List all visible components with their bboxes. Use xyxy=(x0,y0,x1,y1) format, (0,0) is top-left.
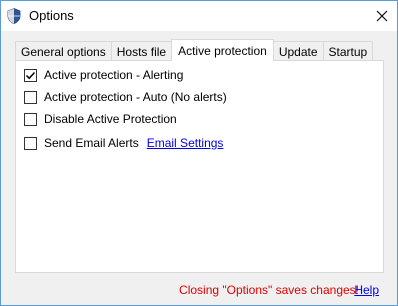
active-protection-panel: Active protection - Alerting Active prot… xyxy=(15,60,384,273)
alerting-label: Active protection - Alerting xyxy=(44,68,184,82)
tab-active-protection[interactable]: Active protection xyxy=(171,39,274,61)
option-alerting[interactable]: Active protection - Alerting xyxy=(24,67,183,83)
save-changes-note: Closing "Options" saves changes! xyxy=(179,283,359,297)
close-button[interactable] xyxy=(367,1,397,31)
tab-hosts-file[interactable]: Hosts file xyxy=(110,41,173,61)
help-link[interactable]: Help xyxy=(354,283,379,297)
email-settings-link[interactable]: Email Settings xyxy=(147,136,224,150)
disable-checkbox[interactable] xyxy=(24,112,37,126)
option-email-alerts[interactable]: Send Email Alerts Email Settings xyxy=(24,135,223,151)
tab-startup[interactable]: Startup xyxy=(322,41,374,61)
auto-label: Active protection - Auto (No alerts) xyxy=(44,90,227,104)
option-auto[interactable]: Active protection - Auto (No alerts) xyxy=(24,89,227,105)
checkmark-icon xyxy=(25,71,36,79)
window-title: Options xyxy=(29,8,74,23)
disable-label: Disable Active Protection xyxy=(44,112,177,126)
email-alerts-checkbox[interactable] xyxy=(24,136,37,150)
alerting-checkbox[interactable] xyxy=(24,68,37,82)
tab-strip: General options Hosts file Active protec… xyxy=(15,39,374,61)
title-bar[interactable]: Options xyxy=(1,1,397,31)
tab-update[interactable]: Update xyxy=(272,41,324,61)
auto-checkbox[interactable] xyxy=(24,90,37,104)
shield-icon xyxy=(7,8,21,24)
close-icon xyxy=(376,10,388,22)
options-window: Options General options Hosts file Activ… xyxy=(0,0,398,306)
email-alerts-label: Send Email Alerts xyxy=(44,136,139,150)
tab-general-options[interactable]: General options xyxy=(15,41,112,61)
option-disable[interactable]: Disable Active Protection xyxy=(24,111,177,127)
